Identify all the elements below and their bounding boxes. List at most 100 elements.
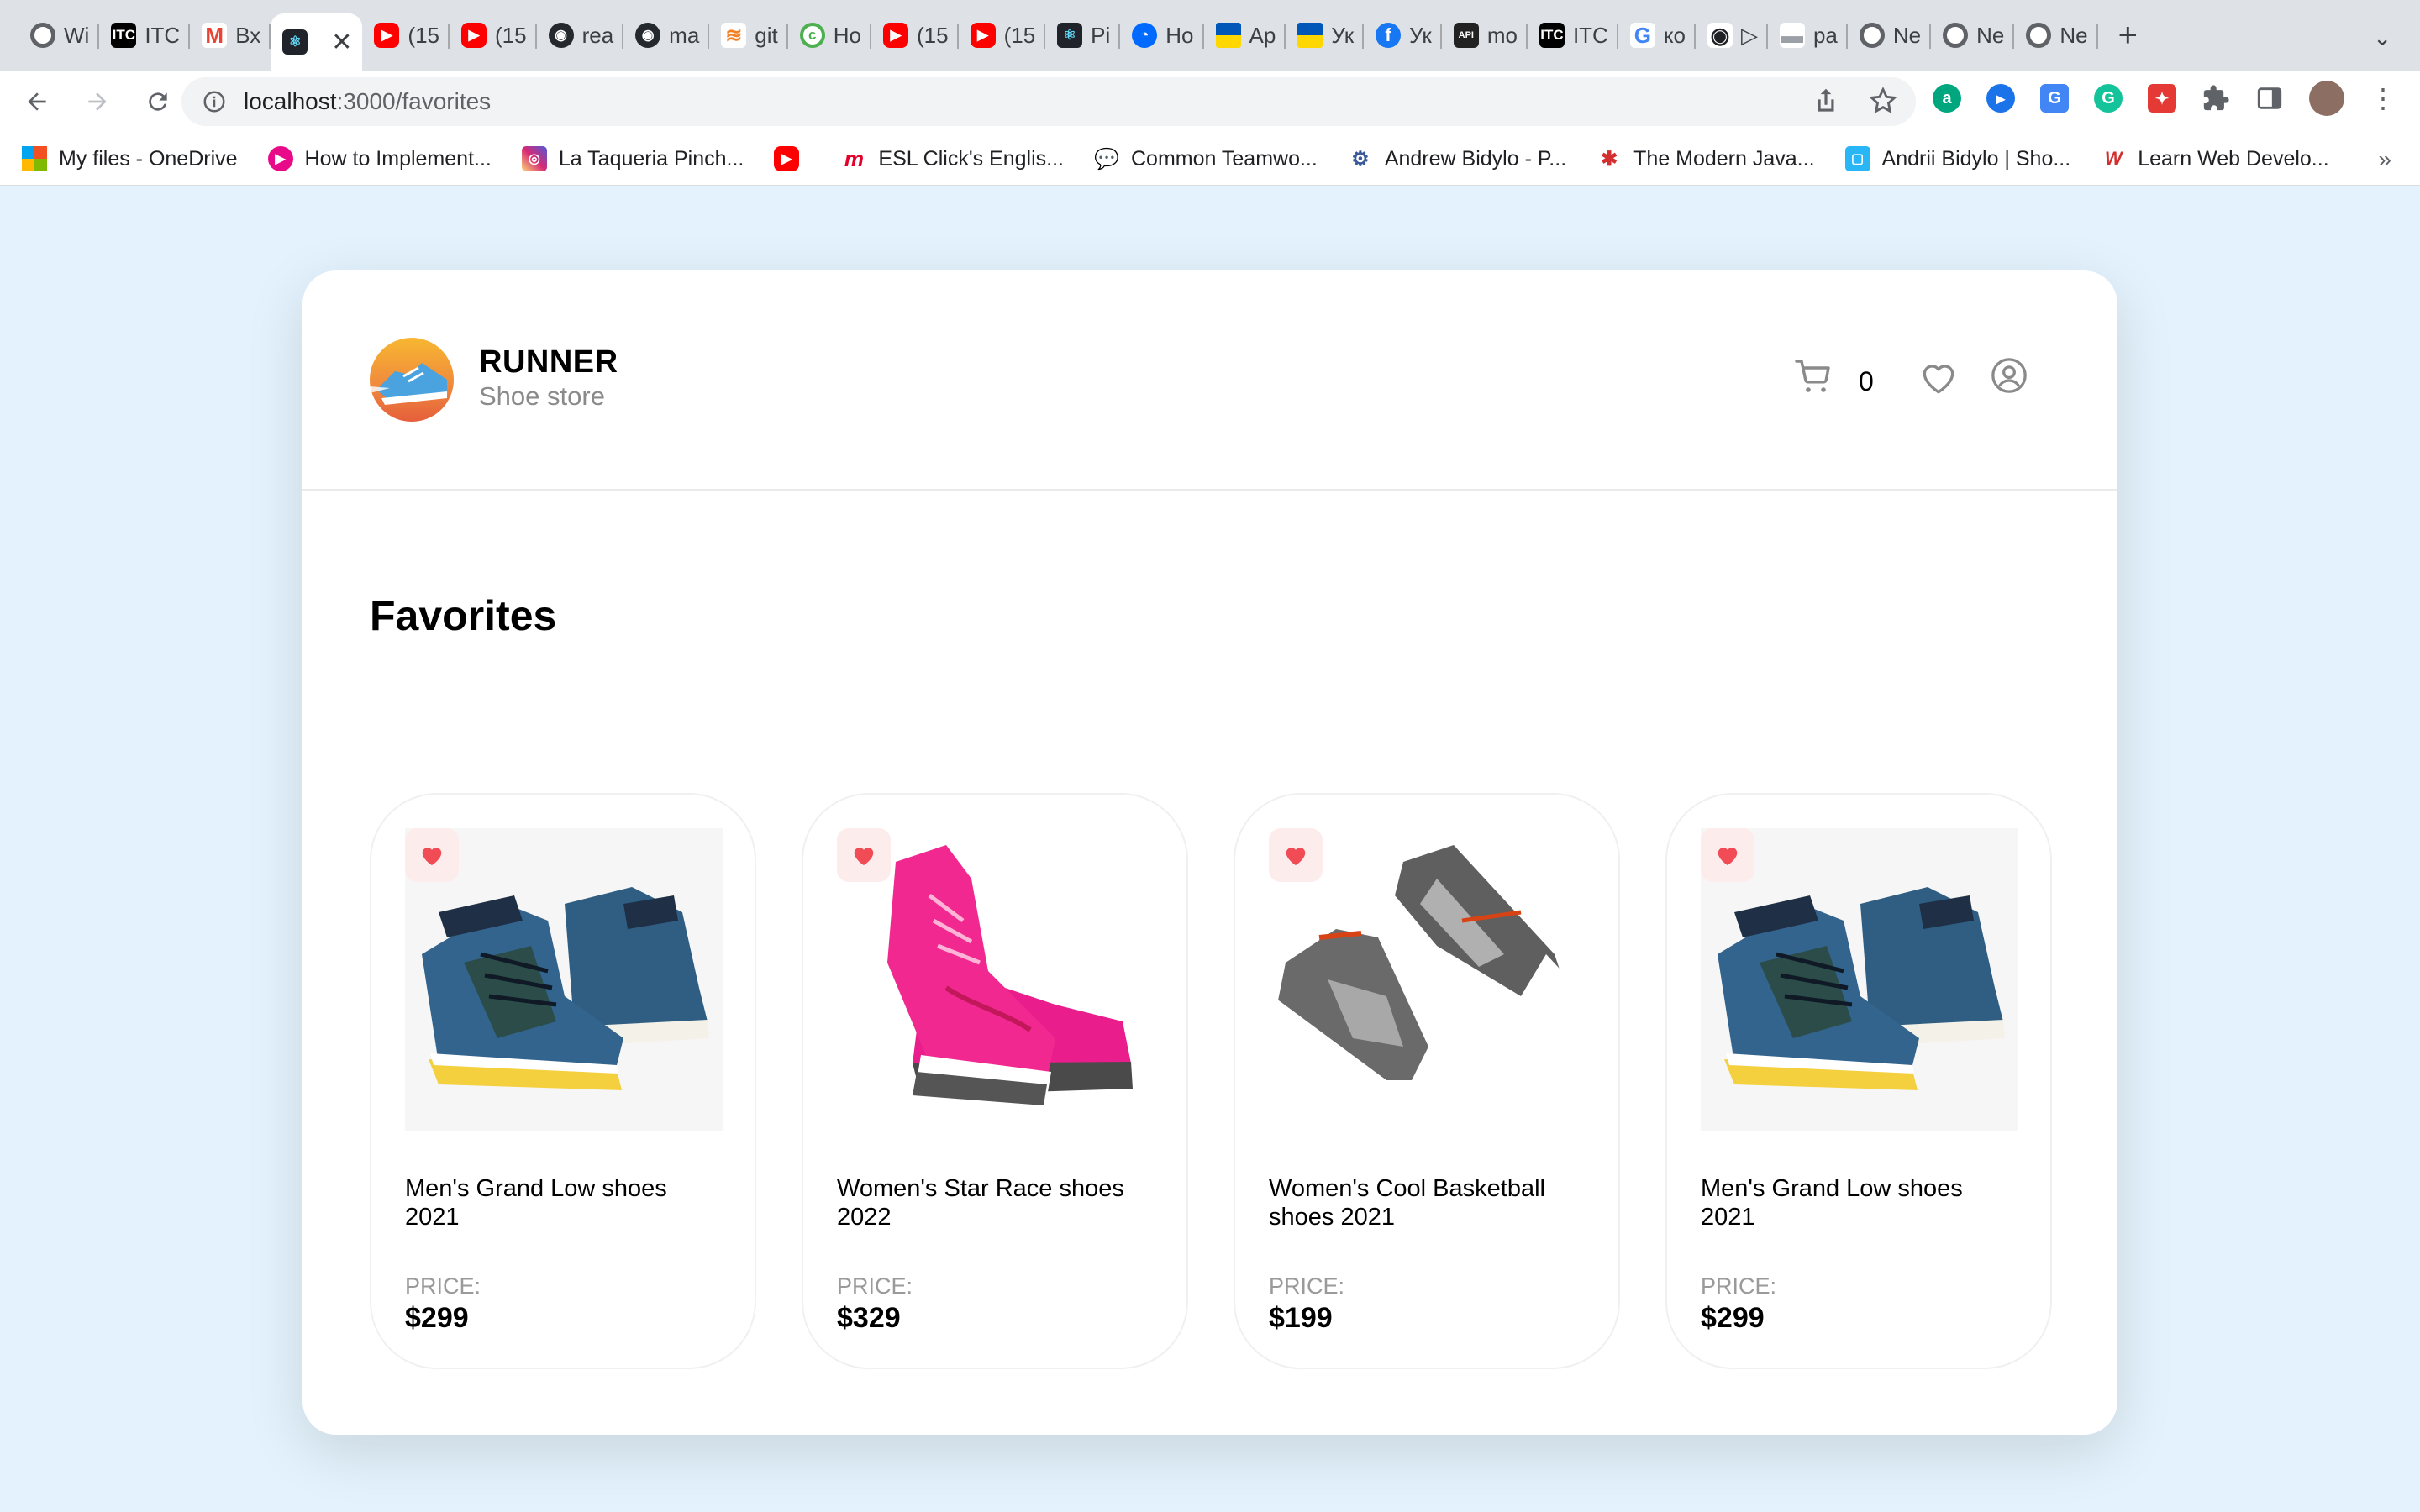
cart-count: 0 <box>1859 366 1874 396</box>
browser-tab[interactable]: ITC ITC <box>99 8 191 62</box>
browser-tab[interactable]: ≋ git <box>709 8 788 62</box>
react-icon: ⚛ <box>1057 23 1083 48</box>
instagram-icon: ◎ <box>521 146 547 171</box>
browser-tab[interactable]: M Вх <box>190 8 271 62</box>
browser-tab[interactable]: API mo <box>1442 8 1528 62</box>
profile-button[interactable] <box>1990 356 2028 399</box>
app-container: RUNNER Shoe store 0 Favorites Men's Gran… <box>302 270 2118 1435</box>
bookmark-item[interactable]: m ESL Click's Englis... <box>841 146 1064 171</box>
browser-tab[interactable]: ⚛ Pi <box>1045 8 1121 62</box>
product-card[interactable]: Men's Grand Low shoes 2021 PRICE: $299 <box>1665 793 2052 1369</box>
chrome-icon <box>1859 23 1885 48</box>
price-label: PRICE: <box>837 1273 913 1299</box>
arrow-left-icon <box>28 92 46 111</box>
browser-tab[interactable]: ◉ rea <box>537 8 624 62</box>
bookmark-item[interactable]: My files - OneDrive <box>22 146 238 171</box>
grammar-extension-icon[interactable]: a <box>1933 84 1961 113</box>
browser-tab-active[interactable]: ⚛ ✕ <box>271 13 363 71</box>
browser-tab[interactable]: Ap <box>1204 8 1286 62</box>
bookmark-item[interactable]: ✱ The Modern Java... <box>1597 146 1815 171</box>
product-price: $199 <box>1269 1302 1333 1334</box>
browser-tab[interactable]: c Ho <box>788 8 871 62</box>
browser-tab-bar: Wi ITC ITC M Вх ⚛ ✕ ▶ (15 ▶ (15 ◉ rea ◉ ma ≋ git… <box>0 0 2420 71</box>
chrome-icon <box>1943 23 1969 48</box>
product-card[interactable]: Women's Cool Basketball shoes 2021 PRICE… <box>1234 793 1620 1369</box>
address-bar[interactable]: localhost:3000/favorites <box>182 77 1916 126</box>
bookmark-item[interactable]: 💬 Common Teamwo... <box>1093 146 1318 171</box>
share-icon[interactable] <box>1810 85 1842 117</box>
chat-icon: 💬 <box>1093 146 1119 171</box>
browser-tab[interactable]: ▶ (15 <box>959 8 1046 62</box>
remove-favorite-button[interactable] <box>1701 828 1754 882</box>
bookmark-item[interactable]: ◎ La Taqueria Pinch... <box>521 146 744 171</box>
bookmarks-overflow-icon[interactable]: » <box>2378 146 2391 173</box>
bookmark-item[interactable]: W Learn Web Develo... <box>2101 146 2329 171</box>
price-label: PRICE: <box>1269 1273 1345 1299</box>
bookmark-item[interactable]: ⚙ Andrew Bidylo - P... <box>1347 146 1566 171</box>
forward-button[interactable] <box>74 78 121 125</box>
product-name: Men's Grand Low shoes 2021 <box>1701 1175 1963 1231</box>
back-button[interactable] <box>13 78 60 125</box>
bookmark-item[interactable]: ▶ <box>774 146 811 171</box>
browser-tab[interactable]: ▶ (15 <box>450 8 537 62</box>
heart-outline-icon <box>1923 365 1954 394</box>
favorites-button[interactable] <box>1918 356 1960 402</box>
puzzle-icon[interactable] <box>2202 84 2230 113</box>
browser-tab[interactable]: ▬ pa <box>1768 8 1848 62</box>
product-card[interactable]: Men's Grand Low shoes 2021 PRICE: $299 <box>370 793 756 1369</box>
brand-subtitle: Shoe store <box>479 381 605 411</box>
video-extension-icon[interactable]: ▸ <box>1986 84 2015 113</box>
bookmark-item[interactable]: ▢ Andrii Bidylo | Sho... <box>1844 146 2070 171</box>
grammarly-icon[interactable]: G <box>2094 84 2123 113</box>
browser-tab[interactable]: Wi <box>18 8 100 62</box>
star-icon[interactable] <box>1867 85 1899 117</box>
more-menu-icon[interactable]: ⋮ <box>2370 85 2396 112</box>
remove-favorite-button[interactable] <box>1269 828 1323 882</box>
portfolio-icon: ▢ <box>1844 146 1870 171</box>
reload-button[interactable] <box>134 78 182 125</box>
itc-icon: ITC <box>1539 23 1565 48</box>
browser-tab[interactable]: Gко <box>1618 8 1696 62</box>
browser-tab[interactable]: ▶ (15 <box>362 8 450 62</box>
ukraine-flag-icon <box>1215 23 1241 48</box>
github-icon: ◉ <box>635 23 661 48</box>
browser-tab[interactable]: Ne <box>1931 8 2015 62</box>
browser-tab[interactable]: ◉ ma <box>623 8 710 62</box>
logo[interactable] <box>370 338 454 422</box>
extensions-row: a ▸ G G ✦ ⋮ <box>1933 81 2396 116</box>
heart-filled-icon <box>422 848 442 866</box>
cart-button[interactable]: 0 <box>1793 354 1874 397</box>
digitalocean-icon: ◔ <box>1132 23 1158 48</box>
remove-favorite-button[interactable] <box>405 828 459 882</box>
browser-tab[interactable]: ◔ Ho <box>1120 8 1204 62</box>
pluralsight-icon: ▶ <box>267 146 293 171</box>
mockapi-icon: API <box>1453 23 1479 48</box>
reading-list-icon[interactable] <box>2255 84 2284 113</box>
product-card[interactable]: Women's Star Race shoes 2022 PRICE: $329 <box>802 793 1188 1369</box>
sneaker-logo-icon <box>370 363 447 405</box>
youtube-icon: ▶ <box>883 23 908 48</box>
browser-tab[interactable]: ◉ ▷ <box>1696 8 1768 62</box>
webdev-icon: W <box>2101 146 2127 171</box>
avatar[interactable] <box>2309 81 2344 116</box>
cart-icon <box>1795 359 1830 392</box>
page-title: Favorites <box>370 592 557 639</box>
remove-favorite-button[interactable] <box>837 828 891 882</box>
translate-extension-icon[interactable]: G <box>2040 84 2069 113</box>
brand-title: RUNNER <box>479 344 618 380</box>
browser-tab[interactable]: Ne <box>1848 8 1932 62</box>
heart-filled-icon <box>1718 848 1738 866</box>
browser-tab[interactable]: f Ук <box>1364 8 1442 62</box>
browser-tab[interactable]: Ne <box>2014 8 2098 62</box>
chevron-down-icon[interactable]: ⌄ <box>2373 25 2391 51</box>
ukraine-flag-icon <box>1297 23 1323 48</box>
new-tab-icon[interactable]: + <box>2118 17 2138 55</box>
youtube-icon: ▶ <box>461 23 487 48</box>
screenshot-extension-icon[interactable]: ✦ <box>2148 84 2176 113</box>
browser-tab[interactable]: ITC ITC <box>1528 8 1618 62</box>
app-header: RUNNER Shoe store 0 <box>302 270 2118 491</box>
bookmark-item[interactable]: ▶ How to Implement... <box>267 146 492 171</box>
close-tab-icon[interactable]: ✕ <box>331 28 352 57</box>
browser-tab[interactable]: ▶ (15 <box>871 8 959 62</box>
browser-tab[interactable]: Ук <box>1286 8 1364 62</box>
